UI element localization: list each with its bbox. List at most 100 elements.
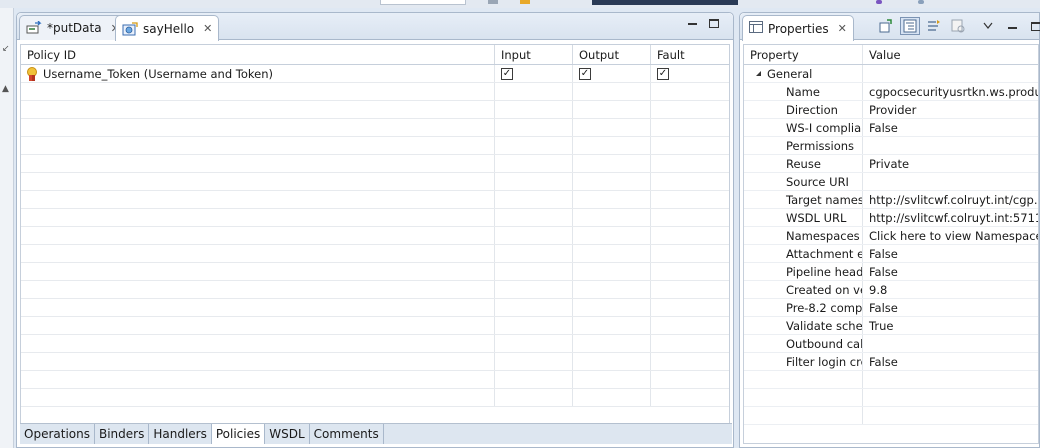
- tab-wsdl[interactable]: WSDL: [265, 424, 310, 444]
- tab-properties[interactable]: Properties ✕: [742, 15, 854, 41]
- column-header-output[interactable]: Output: [573, 45, 651, 64]
- property-value[interactable]: Click here to view Namespace...: [863, 227, 1038, 244]
- property-row[interactable]: Target namesp http://svlitcwf.colruyt.int…: [744, 191, 1038, 209]
- property-value[interactable]: False: [863, 299, 1038, 316]
- empty-cell: [651, 389, 729, 406]
- tab-policies[interactable]: Policies: [211, 424, 266, 444]
- empty-cell: [651, 317, 729, 334]
- minimize-icon[interactable]: [688, 23, 697, 25]
- output-checkbox[interactable]: ✓: [579, 67, 591, 80]
- toolbar-icon[interactable]: [876, 0, 882, 4]
- empty-cell: [21, 245, 495, 262]
- property-row[interactable]: Name cgpocsecurityusrtkn.ws.produ...: [744, 83, 1038, 101]
- empty-cell: [495, 389, 573, 406]
- property-row[interactable]: WSDL URL http://svlitcwf.colruyt.int:5711…: [744, 209, 1038, 227]
- property-value[interactable]: [863, 335, 1038, 352]
- property-row[interactable]: Pre-8.2 compa False: [744, 299, 1038, 317]
- properties-view: Properties ✕ Property Value General Name…: [739, 12, 1040, 448]
- property-row[interactable]: Attachment er False: [744, 245, 1038, 263]
- property-key: Target namesp: [744, 191, 863, 208]
- minimize-icon[interactable]: [1002, 17, 1022, 35]
- property-value[interactable]: False: [863, 263, 1038, 280]
- collapse-arrow-icon[interactable]: ↙: [2, 44, 10, 54]
- scroll-up-icon[interactable]: ▲: [2, 84, 9, 94]
- close-icon[interactable]: ✕: [838, 22, 847, 35]
- property-value[interactable]: 9.8: [863, 281, 1038, 298]
- tab-operations[interactable]: Operations: [20, 424, 95, 444]
- maximize-icon[interactable]: [709, 19, 719, 28]
- column-header-property[interactable]: Property: [744, 45, 863, 64]
- property-value[interactable]: False: [863, 245, 1038, 262]
- tab-comments[interactable]: Comments: [310, 424, 384, 444]
- column-header-value[interactable]: Value: [863, 45, 1038, 64]
- input-checkbox[interactable]: ✓: [501, 67, 513, 80]
- empty-cell: [21, 155, 495, 172]
- empty-row: [21, 137, 729, 155]
- property-row[interactable]: Pipeline heade False: [744, 263, 1038, 281]
- table-row[interactable]: Username_Token (Username and Token) ✓ ✓ …: [21, 65, 729, 83]
- property-value[interactable]: http://svlitcwf.colruyt.int:5711...: [863, 209, 1038, 226]
- empty-cell: [495, 101, 573, 118]
- toolbar-field[interactable]: [380, 0, 466, 5]
- tab-handlers[interactable]: Handlers: [149, 424, 212, 444]
- property-value[interactable]: Private: [863, 155, 1038, 172]
- property-key: Direction: [744, 101, 863, 118]
- property-key: Name: [744, 83, 863, 100]
- pin-icon[interactable]: [876, 17, 896, 35]
- empty-cell: [651, 101, 729, 118]
- property-value[interactable]: cgpocsecurityusrtkn.ws.produ...: [863, 83, 1038, 100]
- property-row[interactable]: Permissions: [744, 137, 1038, 155]
- property-group-general[interactable]: General: [744, 65, 1038, 83]
- column-header-fault[interactable]: Fault: [651, 45, 729, 64]
- property-key: Reuse: [744, 155, 863, 172]
- property-row[interactable]: WS-I complian False: [744, 119, 1038, 137]
- property-row[interactable]: Source URI: [744, 173, 1038, 191]
- property-row[interactable]: Validate scherrTrue: [744, 317, 1038, 335]
- service-editor: *putData ✕ sayHello ✕ Policy ID Input Ou…: [16, 12, 734, 448]
- toolbar-icon[interactable]: [520, 0, 530, 4]
- empty-cell: [651, 281, 729, 298]
- empty-cell: [651, 371, 729, 388]
- property-value[interactable]: False: [863, 353, 1038, 370]
- empty-cell: [573, 119, 651, 136]
- property-row[interactable]: Reuse Private: [744, 155, 1038, 173]
- property-value[interactable]: [863, 173, 1038, 190]
- tab-binders[interactable]: Binders: [95, 424, 150, 444]
- toolbar-icon[interactable]: [918, 0, 924, 4]
- property-value[interactable]: [863, 137, 1038, 154]
- column-header-policy-id[interactable]: Policy ID: [21, 45, 495, 64]
- view-menu-icon[interactable]: [978, 17, 998, 35]
- toolbar-combo[interactable]: [592, 0, 738, 5]
- empty-cell: [21, 353, 495, 370]
- property-value[interactable]: http://svlitcwf.colruyt.int/cgp...: [863, 191, 1038, 208]
- empty-cell: [573, 245, 651, 262]
- property-key: Outbound call: [744, 335, 863, 352]
- empty-cell: [21, 173, 495, 190]
- expand-arrow-icon[interactable]: [756, 71, 761, 76]
- restore-default-icon[interactable]: [948, 17, 968, 35]
- property-value[interactable]: True: [863, 317, 1038, 334]
- property-row[interactable]: Created on ver9.8: [744, 281, 1038, 299]
- toolbar-icon[interactable]: [488, 0, 498, 4]
- empty-cell: [651, 173, 729, 190]
- property-value[interactable]: Provider: [863, 101, 1038, 118]
- property-row[interactable]: Filter login cre False: [744, 353, 1038, 371]
- show-categories-icon[interactable]: [900, 17, 920, 35]
- tab-putdata[interactable]: *putData ✕: [19, 15, 127, 40]
- property-row[interactable]: Outbound call: [744, 335, 1038, 353]
- empty-cell: [21, 263, 495, 280]
- empty-row: [21, 209, 729, 227]
- tab-sayhello[interactable]: sayHello ✕: [115, 15, 220, 41]
- show-advanced-icon[interactable]: [924, 17, 944, 35]
- empty-cell: [573, 191, 651, 208]
- empty-cell: [495, 119, 573, 136]
- editor-window-controls: [688, 19, 719, 28]
- property-value[interactable]: False: [863, 119, 1038, 136]
- maximize-icon[interactable]: [1026, 17, 1040, 35]
- close-icon[interactable]: ✕: [203, 22, 212, 35]
- empty-row: [744, 389, 1038, 407]
- property-row[interactable]: Namespaces Click here to view Namespace..…: [744, 227, 1038, 245]
- property-row[interactable]: Direction Provider: [744, 101, 1038, 119]
- fault-checkbox[interactable]: ✓: [657, 67, 669, 80]
- column-header-input[interactable]: Input: [495, 45, 573, 64]
